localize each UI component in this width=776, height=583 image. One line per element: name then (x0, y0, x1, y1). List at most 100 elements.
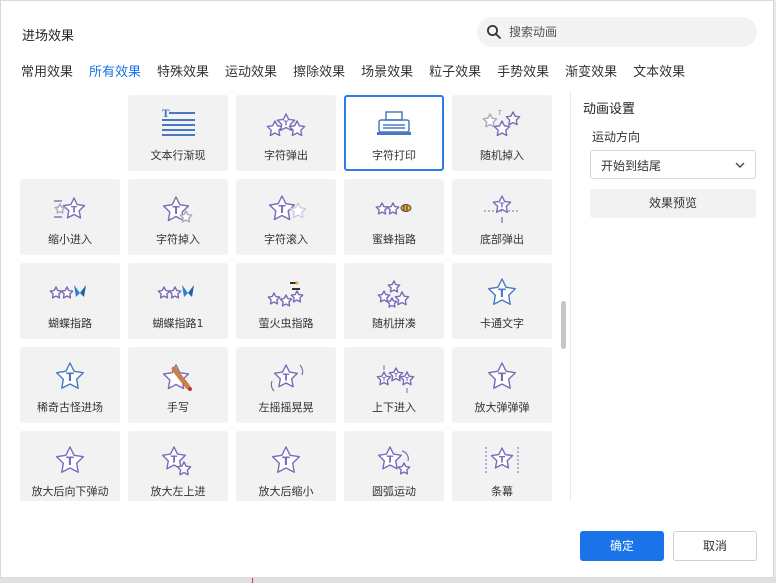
ok-button[interactable]: 确定 (580, 531, 664, 561)
effect-tile[interactable]: T 放大左上进 (128, 431, 228, 501)
effect-label: 随机掉入 (480, 149, 524, 162)
star-bounce-icon: T (480, 359, 524, 393)
effect-tile[interactable]: 手写 (128, 347, 228, 423)
svg-text:T: T (499, 455, 505, 465)
effect-tile[interactable]: T 稀奇古怪进场 (20, 347, 120, 423)
tab-7[interactable]: 手势效果 (497, 61, 549, 83)
effect-label: 缩小进入 (48, 233, 92, 246)
background-strip (0, 578, 776, 583)
cancel-button[interactable]: 取消 (673, 531, 757, 561)
effect-tile[interactable]: T 字符弹出 (236, 95, 336, 171)
effect-tile[interactable]: T 字符掉入 (128, 179, 228, 255)
effect-label: 圆弧运动 (372, 485, 416, 498)
stars-pop-icon: T (264, 107, 308, 141)
effect-tile[interactable]: T 圆弧运动 (344, 431, 444, 501)
effect-label: 卡通文字 (480, 317, 524, 330)
svg-text:T: T (282, 455, 290, 468)
stars-random-icon (372, 275, 416, 309)
star-zoom-shrink-icon: T (264, 443, 308, 477)
settings-title: 动画设置 (583, 102, 636, 117)
firefly-path-icon (264, 275, 308, 309)
svg-text:T: T (500, 201, 505, 210)
svg-text:T: T (278, 204, 286, 216)
star-bottom-icon: T (480, 191, 524, 225)
effects-grid: T 文本行渐现 T 字符弹出 字符打印 T 随机掉入 T 缩小进入 T 字符掉入 T 字符滚入 蜜蜂指路 T… (20, 95, 552, 501)
effect-label: 底部弹出 (480, 233, 524, 246)
cursor-line (252, 578, 253, 583)
effect-tile[interactable]: T T T 上下进入 (344, 347, 444, 423)
tab-2[interactable]: 特殊效果 (157, 61, 209, 83)
star-roll-icon: T (264, 191, 308, 225)
tab-0[interactable]: 常用效果 (21, 61, 73, 83)
effect-tile[interactable]: 蝴蝶指路1 (128, 263, 228, 339)
effect-tile[interactable]: T 放大弹弹弹 (452, 347, 552, 423)
cartoon-star-icon: T (480, 275, 524, 309)
star-arc-icon: T (372, 443, 416, 477)
butterfly-path-icon (48, 275, 92, 309)
effect-tile[interactable]: 蝴蝶指路 (20, 263, 120, 339)
dialog-title: 进场效果 (22, 29, 75, 44)
effect-tile[interactable]: T 字符滚入 (236, 179, 336, 255)
svg-text:T: T (171, 455, 178, 466)
effects-scrollbar[interactable] (561, 301, 566, 349)
effect-label: 上下进入 (372, 401, 416, 414)
effect-category-tabs: 常用效果 所有效果 特殊效果 运动效果 擦除效果 场景效果 粒子效果 手势效果 渐变效果 文本效果 (21, 61, 701, 83)
effects-grid-scroll[interactable]: T 文本行渐现 T 字符弹出 字符打印 T 随机掉入 T 缩小进入 T 字符掉入 T 字符滚入 蜜蜂指路 T… (13, 91, 563, 501)
svg-text:T: T (498, 371, 506, 384)
chevron-down-icon (734, 159, 746, 174)
effect-tile[interactable]: 蜜蜂指路 (344, 179, 444, 255)
star-zoom-bounce-icon: T (48, 443, 92, 477)
effect-label: 放大左上进 (150, 485, 206, 498)
direction-value: 开始到结尾 (601, 159, 662, 173)
effect-label: 字符滚入 (264, 233, 308, 246)
effect-tile[interactable]: T 左摇摇晃晃 (236, 347, 336, 423)
effect-label: 左摇摇晃晃 (258, 401, 314, 414)
tab-3[interactable]: 运动效果 (225, 61, 277, 83)
effect-tile[interactable]: T 条幕 (452, 431, 552, 501)
tab-9[interactable]: 文本效果 (633, 61, 685, 83)
tab-6[interactable]: 粒子效果 (429, 61, 481, 83)
stars-shrink-icon: T (48, 191, 92, 225)
effect-tile[interactable]: T 缩小进入 (20, 179, 120, 255)
handwrite-icon (156, 359, 200, 393)
star-curtain-icon: T (480, 443, 524, 477)
effect-label: 条幕 (491, 485, 513, 498)
tab-4[interactable]: 擦除效果 (293, 61, 345, 83)
search-input[interactable] (509, 23, 739, 41)
quirky-star-icon: T (48, 359, 92, 393)
direction-label: 运动方向 (592, 130, 641, 144)
effect-label: 随机拼凑 (372, 317, 416, 330)
tab-1[interactable]: 所有效果 (89, 61, 141, 83)
effect-tile[interactable]: 字符打印 (344, 95, 444, 171)
effect-tile[interactable]: 萤火虫指路 (236, 263, 336, 339)
search-box[interactable] (477, 17, 757, 47)
svg-text:T: T (382, 377, 386, 383)
svg-text:T: T (283, 373, 290, 384)
bee-path-icon (372, 191, 416, 225)
effect-label: 蝴蝶指路 (48, 317, 92, 330)
effect-tile[interactable]: 随机拼凑 (344, 263, 444, 339)
effect-tile[interactable]: T 放大后向下弹动 (20, 431, 120, 501)
svg-text:T: T (497, 110, 502, 117)
butterfly-path-icon (156, 275, 200, 309)
tab-8[interactable]: 渐变效果 (565, 61, 617, 83)
effect-label: 字符打印 (372, 149, 416, 162)
effects-dialog: 进场效果 常用效果所有效果特殊效果运动效果擦除效果场景效果粒子效果手势效果渐变效… (0, 0, 774, 578)
effect-label: 字符掉入 (156, 233, 200, 246)
effect-tile[interactable]: T 放大后缩小 (236, 431, 336, 501)
direction-select[interactable]: 开始到结尾 (590, 150, 756, 179)
effect-label: 萤火虫指路 (258, 317, 314, 330)
effect-tile[interactable]: T 卡通文字 (452, 263, 552, 339)
preview-button[interactable]: 效果预览 (590, 189, 756, 218)
effect-tile[interactable]: T 文本行渐现 (128, 95, 228, 171)
typewriter-icon (372, 107, 416, 141)
effect-tile[interactable]: T 随机掉入 (452, 95, 552, 171)
tab-5[interactable]: 场景效果 (361, 61, 413, 83)
svg-text:T: T (162, 109, 170, 120)
star-swing-icon: T (264, 359, 308, 393)
effect-tile[interactable]: T 底部弹出 (452, 179, 552, 255)
svg-text:T: T (387, 455, 394, 466)
svg-text:T: T (405, 377, 409, 383)
effect-label: 文本行渐现 (150, 149, 206, 162)
svg-text:T: T (66, 455, 74, 468)
